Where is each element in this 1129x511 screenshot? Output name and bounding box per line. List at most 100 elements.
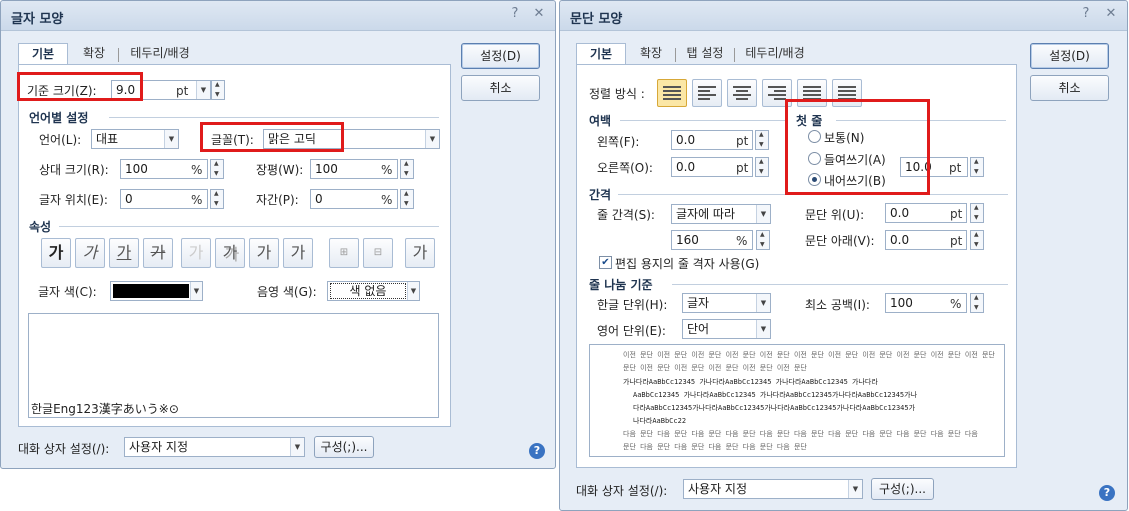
ok-button[interactable]: 설정(D) — [461, 43, 540, 69]
align-center-button[interactable] — [727, 79, 757, 107]
help-icon[interactable]: ? — [507, 6, 523, 22]
shadow-button[interactable]: 가 — [215, 238, 245, 268]
help-icon[interactable]: ? — [529, 443, 545, 459]
chevron-down-icon[interactable]: ▼ — [407, 282, 419, 300]
align-left-button[interactable] — [692, 79, 722, 107]
indent-unit: pt — [949, 161, 962, 175]
para-above-stepper[interactable] — [970, 203, 984, 223]
chevron-down-icon[interactable]: ▼ — [756, 205, 770, 223]
spacing-input[interactable]: 0 % — [310, 189, 398, 209]
normal-button[interactable]: 가 — [405, 238, 435, 268]
align-distribute-button[interactable] — [797, 79, 827, 107]
font-select[interactable]: 맑은 고딕 ▼ — [263, 129, 440, 149]
para-below-stepper[interactable] — [970, 230, 984, 250]
tab-separator — [675, 48, 676, 62]
radio-normal[interactable] — [808, 130, 821, 143]
width-value: 100 — [315, 162, 338, 176]
align-right-button[interactable] — [762, 79, 792, 107]
help-icon[interactable]: ? — [1099, 485, 1115, 501]
tab-extended[interactable]: 확장 — [75, 43, 113, 65]
tab-basic[interactable]: 기본 — [576, 43, 626, 65]
base-size-label: 기준 크기(Z): — [27, 84, 97, 98]
italic-button[interactable]: 가 — [75, 238, 105, 268]
min-space-stepper[interactable] — [970, 293, 984, 313]
tab-tab-settings[interactable]: 탭 설정 — [680, 43, 730, 65]
width-input[interactable]: 100 % — [310, 159, 398, 179]
min-space-input[interactable]: 100 % — [885, 293, 967, 313]
grid-checkbox[interactable]: ✔ — [599, 256, 612, 269]
right-margin-input[interactable]: 0.0 pt — [671, 157, 753, 177]
rel-size-input[interactable]: 100 % — [120, 159, 208, 179]
radio-indent[interactable] — [808, 152, 821, 165]
width-stepper[interactable] — [400, 159, 414, 179]
close-icon[interactable]: ✕ — [1103, 6, 1119, 22]
emboss-button[interactable]: 가 — [249, 238, 279, 268]
chevron-down-icon[interactable]: ▼ — [164, 130, 178, 148]
preview-line: 가나다라AaBbCc12345 가나다라AaBbCc12345 가나다라AaBb… — [623, 378, 878, 386]
base-size-input[interactable]: 9.0 pt ▼ — [111, 80, 211, 100]
para-above-label: 문단 위(U): — [805, 208, 865, 222]
close-icon[interactable]: ✕ — [531, 6, 547, 22]
right-margin-stepper[interactable] — [755, 157, 769, 177]
dialog-setting-select[interactable]: 사용자 지정 ▼ — [124, 437, 305, 457]
right-margin-value: 0.0 — [676, 160, 696, 174]
left-margin-unit: pt — [736, 134, 749, 148]
help-icon[interactable]: ? — [1078, 6, 1094, 22]
config-button[interactable]: 구성(;)... — [314, 436, 374, 458]
tab-extended[interactable]: 확장 — [632, 43, 670, 65]
chevron-down-icon[interactable]: ▼ — [756, 320, 770, 338]
cancel-button[interactable]: 취소 — [461, 75, 540, 101]
indent-input[interactable]: 10.0 pt — [900, 157, 968, 177]
para-above-input[interactable]: 0.0 pt — [885, 203, 967, 223]
base-size-unit: pt — [176, 84, 189, 98]
para-below-input[interactable]: 0.0 pt — [885, 230, 967, 250]
color-select[interactable]: ▼ — [110, 281, 203, 301]
config-button[interactable]: 구성(;)... — [871, 478, 934, 500]
lang-select[interactable]: 대표 ▼ — [91, 129, 179, 149]
line-spacing-stepper[interactable] — [756, 230, 770, 250]
strikethrough-button[interactable]: 가 — [143, 238, 173, 268]
width-label: 장평(W): — [256, 163, 304, 177]
indent-stepper[interactable] — [970, 157, 984, 177]
superscript-icon[interactable]: ⊞ — [329, 238, 359, 268]
chevron-down-icon[interactable]: ▼ — [196, 81, 210, 99]
left-margin-stepper[interactable] — [755, 130, 769, 150]
title-bar[interactable]: 글자 모양 ? ✕ — [1, 1, 555, 31]
cancel-button[interactable]: 취소 — [1030, 75, 1109, 101]
align-divide-button[interactable] — [832, 79, 862, 107]
outline-button[interactable]: 가 — [181, 238, 211, 268]
chevron-down-icon[interactable]: ▼ — [848, 480, 862, 498]
tab-border-bg[interactable]: 테두리/배경 — [738, 43, 812, 65]
rel-size-stepper[interactable] — [210, 159, 224, 179]
title-bar[interactable]: 문단 모양 ? ✕ — [560, 1, 1127, 31]
engrave-button[interactable]: 가 — [283, 238, 313, 268]
english-unit-select[interactable]: 단어 ▼ — [682, 319, 771, 339]
chevron-down-icon[interactable]: ▼ — [190, 282, 202, 300]
pos-stepper[interactable] — [210, 189, 224, 209]
radio-hanging-label: 내어쓰기(B) — [824, 174, 886, 188]
grid-check-label: 편집 용지의 줄 격자 사용(G) — [615, 257, 760, 271]
hangul-unit-select[interactable]: 글자 ▼ — [682, 293, 771, 313]
chevron-down-icon[interactable]: ▼ — [425, 130, 439, 148]
align-justify-button[interactable] — [657, 79, 687, 107]
shade-select[interactable]: 색 없음 ▼ — [327, 281, 420, 301]
line-spacing-input[interactable]: 160 % — [671, 230, 753, 250]
dialog-setting-select[interactable]: 사용자 지정 ▼ — [683, 479, 863, 499]
underline-button[interactable]: 가 — [109, 238, 139, 268]
left-margin-input[interactable]: 0.0 pt — [671, 130, 753, 150]
ok-button[interactable]: 설정(D) — [1030, 43, 1109, 69]
dialog-setting-value: 사용자 지정 — [129, 440, 189, 454]
subscript-icon[interactable]: ⊟ — [363, 238, 393, 268]
spacing-stepper[interactable] — [400, 189, 414, 209]
line-spacing-type-select[interactable]: 글자에 따라 ▼ — [671, 204, 771, 224]
chevron-down-icon[interactable]: ▼ — [756, 294, 770, 312]
pos-input[interactable]: 0 % — [120, 189, 208, 209]
left-margin-value: 0.0 — [676, 133, 696, 147]
bold-button[interactable]: 가 — [41, 238, 71, 268]
radio-hanging[interactable] — [808, 173, 821, 186]
tab-basic[interactable]: 기본 — [18, 43, 68, 65]
chevron-down-icon[interactable]: ▼ — [290, 438, 304, 456]
spacing-unit: % — [381, 193, 393, 207]
base-size-stepper[interactable] — [211, 80, 225, 100]
tab-border-bg[interactable]: 테두리/배경 — [123, 43, 197, 65]
